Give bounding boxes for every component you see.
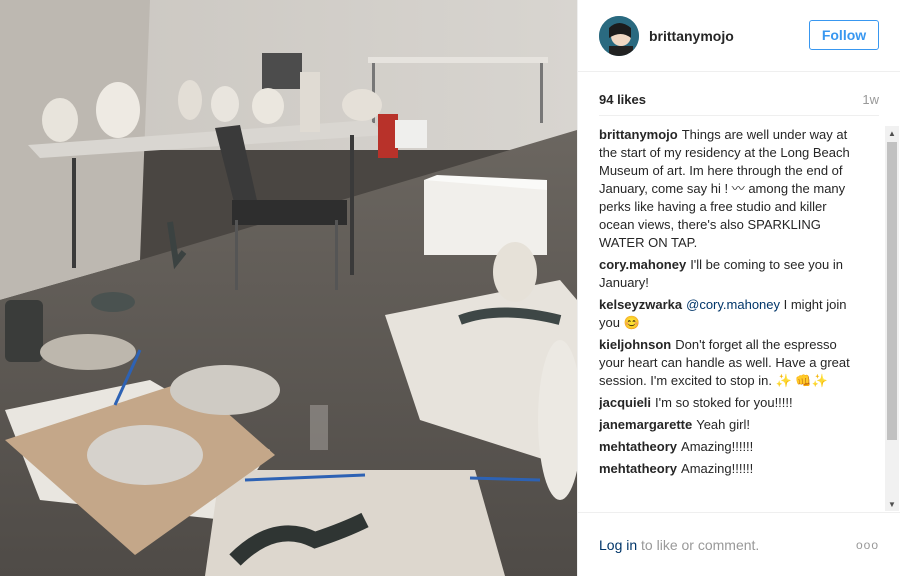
list-item: kieljohnson Don't forget all the espresso… [599, 336, 861, 390]
post-author-username[interactable]: brittanymojo [649, 28, 734, 44]
follow-button[interactable]: Follow [809, 20, 879, 50]
comment-username[interactable]: jacquieli [599, 395, 651, 410]
profile-avatar-icon [599, 15, 639, 56]
post-side-panel: brittanymojo Follow 94 likes 1w brittany… [577, 0, 900, 576]
scroll-thumb[interactable] [887, 142, 897, 440]
list-item: kelseyzwarka @cory.mahoney I might join y… [599, 296, 861, 332]
list-item: mehtatheory Amazing!!!!!! [599, 438, 861, 456]
comment-username[interactable]: janemargarette [599, 417, 692, 432]
login-prompt-text: to like or comment. [637, 537, 760, 553]
scroll-up-icon[interactable]: ▲ [885, 126, 899, 140]
comment-text: I'm so stoked for you!!!!! [655, 395, 793, 410]
comment-text: Yeah girl! [696, 417, 750, 432]
post-age[interactable]: 1w [862, 92, 879, 107]
more-options-icon[interactable]: ooo [856, 538, 879, 552]
scroll-down-icon[interactable]: ▼ [885, 497, 899, 511]
list-item: janemargarette Yeah girl! [599, 416, 861, 434]
studio-photo-image [0, 0, 577, 576]
comment-mention-link[interactable]: @cory.mahoney [686, 297, 780, 312]
comment-username[interactable]: kieljohnson [599, 337, 671, 352]
comment-username[interactable]: cory.mahoney [599, 257, 686, 272]
comment-text: Things are well under way at the start o… [599, 127, 850, 250]
comment-username[interactable]: kelseyzwarka [599, 297, 682, 312]
comments-list[interactable]: brittanymojo Things are well under way at… [599, 126, 861, 511]
comment-text: Amazing!!!!!! [681, 439, 754, 454]
comment-username[interactable]: mehtatheory [599, 439, 677, 454]
comments-scrollbar[interactable]: ▲ ▼ [885, 126, 899, 511]
likes-count[interactable]: 94 likes [599, 92, 646, 107]
list-item: mehtatheory Amazing!!!!!! [599, 460, 861, 478]
avatar[interactable] [599, 15, 639, 56]
list-item: jacquieli I'm so stoked for you!!!!! [599, 394, 861, 412]
comment-text: Amazing!!!!!! [681, 461, 754, 476]
login-link[interactable]: Log in [599, 537, 637, 553]
post-footer: Log in to like or comment. ooo [578, 512, 900, 576]
login-prompt: Log in to like or comment. [599, 537, 759, 553]
post-header: brittanymojo Follow [578, 0, 900, 72]
post-photo[interactable] [0, 0, 577, 576]
post-stats: 94 likes 1w [599, 84, 879, 116]
comment-username[interactable]: mehtatheory [599, 461, 677, 476]
caption: brittanymojo Things are well under way at… [599, 126, 861, 252]
comment-username[interactable]: brittanymojo [599, 127, 678, 142]
list-item: cory.mahoney I'll be coming to see you in… [599, 256, 861, 292]
